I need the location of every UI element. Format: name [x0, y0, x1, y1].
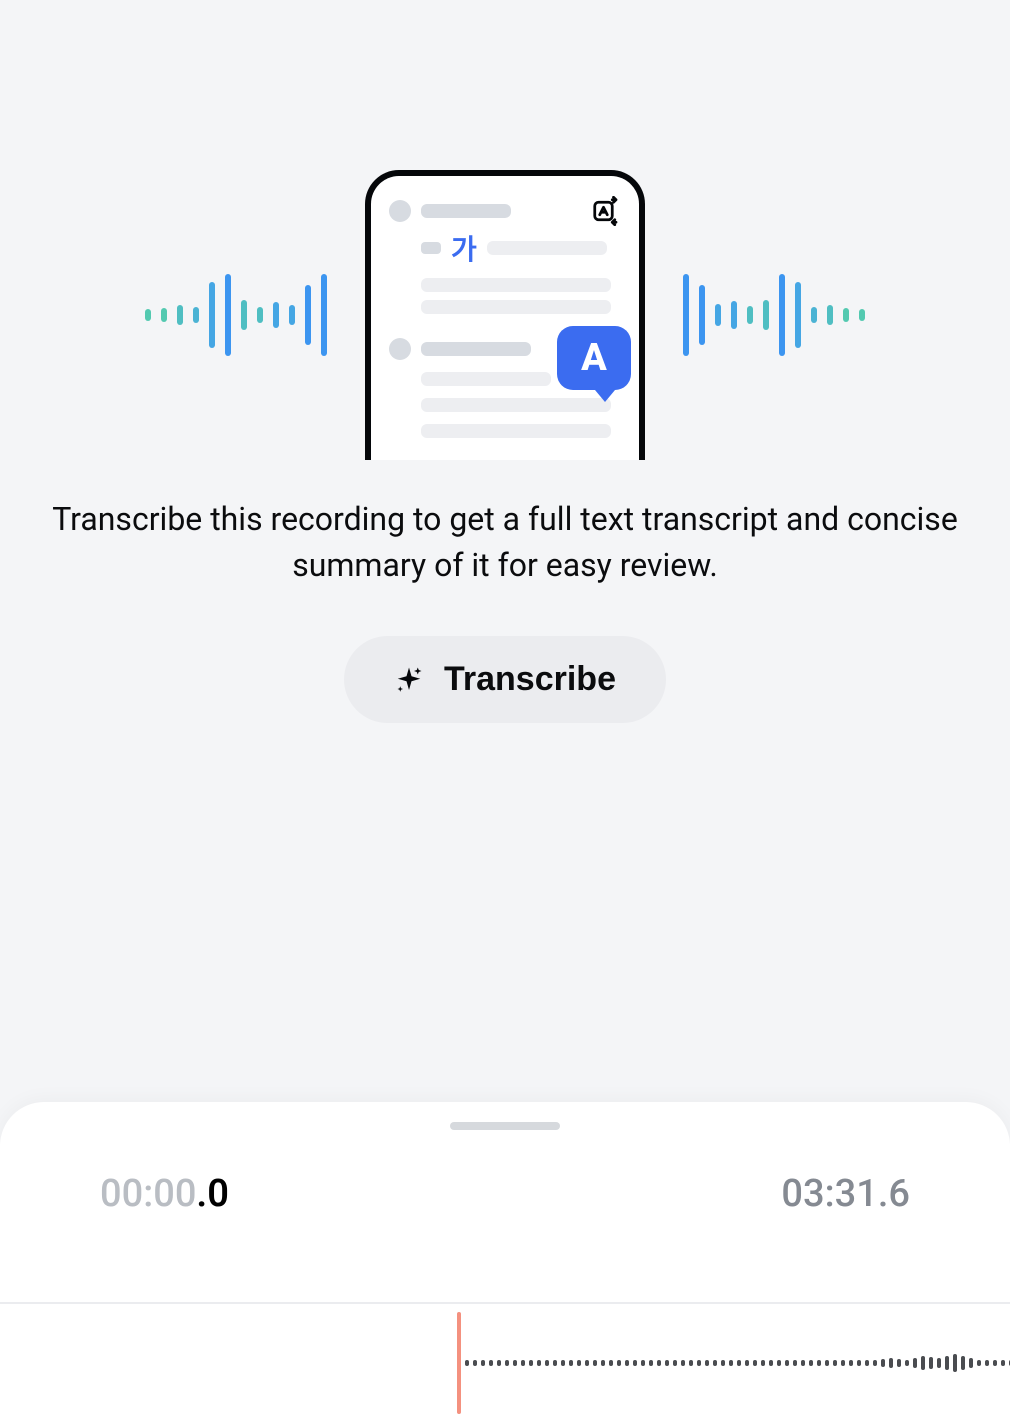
- current-time-frac: .0: [196, 1172, 229, 1216]
- message-block-1: 가: [389, 200, 621, 314]
- transcribe-illustration: 가 A: [145, 170, 865, 460]
- description-text: Transcribe this recording to get a full …: [0, 496, 1010, 589]
- avatar-icon: [389, 338, 411, 360]
- korean-char: 가: [451, 228, 477, 268]
- waveform-right: [683, 274, 865, 356]
- phone-mockup: 가 A: [365, 170, 645, 460]
- sparkle-icon: [394, 665, 424, 695]
- current-time-main: 00:00: [100, 1172, 196, 1216]
- waveform-left: [145, 274, 327, 356]
- translate-icon: [589, 194, 623, 228]
- audio-track[interactable]: [0, 1302, 1010, 1422]
- avatar-icon: [389, 200, 411, 222]
- duration-time: 03:31.6: [781, 1172, 910, 1216]
- transcribe-button[interactable]: Transcribe: [344, 636, 666, 723]
- audio-waveform: [465, 1343, 1010, 1383]
- latin-a-char: A: [581, 336, 607, 380]
- latin-a-bubble: A: [557, 326, 631, 390]
- current-time: 00:00.0: [100, 1172, 229, 1216]
- transcribe-button-label: Transcribe: [444, 660, 616, 699]
- sheet-grabber[interactable]: [450, 1122, 560, 1130]
- player-sheet[interactable]: 00:00.0 03:31.6: [0, 1102, 1010, 1422]
- playhead[interactable]: [457, 1312, 461, 1414]
